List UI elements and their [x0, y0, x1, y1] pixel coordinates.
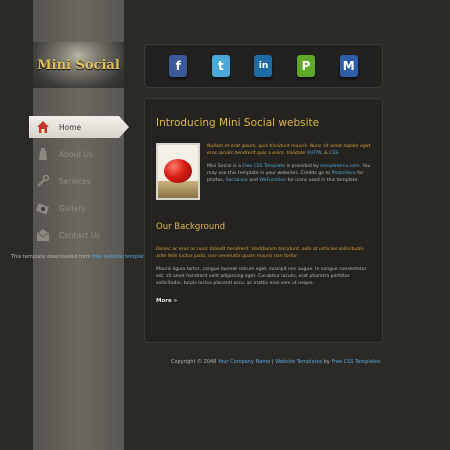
page-title: Introducing Mini Social website: [156, 117, 320, 129]
intro-section: Nullam et erat ipsum, quis tincidunt mau…: [156, 143, 371, 200]
background-title: Our Background: [156, 222, 225, 232]
background-text: Mauris ligula tortor, congue laoreet rut…: [156, 267, 367, 286]
company-link[interactable]: Your Company Name: [218, 359, 270, 365]
free-css-templates-link[interactable]: Free CSS Templates: [331, 359, 380, 365]
plurk-icon[interactable]: P: [297, 55, 316, 77]
photovaco-link[interactable]: PhotoVaco: [332, 171, 356, 176]
main-content: Introducing Mini Social website Nullam e…: [144, 98, 383, 343]
fct-link[interactable]: Free CSS Template: [242, 164, 285, 169]
facebook-icon[interactable]: f: [169, 55, 188, 77]
templatemo-link[interactable]: templatemo.com: [320, 164, 359, 169]
wefunction-link[interactable]: WeFunction: [259, 178, 286, 183]
home-icon: [35, 119, 51, 135]
twitter-icon[interactable]: t: [211, 55, 230, 77]
myspace-icon[interactable]: M: [339, 55, 358, 77]
credit-prefix: This template downloaded form: [11, 254, 93, 260]
nav-services[interactable]: Services: [29, 170, 139, 192]
mail-icon: [35, 227, 51, 243]
nav-gallery[interactable]: Gallery: [29, 197, 139, 219]
nav-about-label: About Us: [59, 149, 93, 159]
sociali-link[interactable]: SociaLme: [226, 178, 248, 183]
apple-book-image: [156, 143, 200, 200]
logo[interactable]: Mini Social: [33, 42, 124, 88]
intro-text: Mini Social is a Free CSS Template is pr…: [207, 164, 371, 183]
wrench-icon: [35, 173, 51, 189]
xhtml-link[interactable]: XHTML: [307, 151, 323, 156]
credit-link[interactable]: free website templates: [92, 254, 150, 260]
nav-home[interactable]: Home: [29, 116, 129, 138]
more-link[interactable]: More »: [156, 298, 371, 304]
bottle-icon: [35, 146, 51, 162]
nav-contact[interactable]: Contact Us: [29, 224, 139, 246]
nav-contact-label: Contact Us: [59, 230, 100, 240]
nav-services-label: Services: [59, 176, 91, 186]
template-credit: This template downloaded form free websi…: [11, 254, 150, 260]
social-bar: f t in P M: [144, 44, 383, 88]
css-link[interactable]: CSS: [329, 151, 338, 156]
nav-home-label: Home: [59, 122, 82, 132]
camera-icon: [35, 200, 51, 216]
intro-italic: Nullam et erat ipsum, quis tincidunt mau…: [207, 144, 371, 156]
website-templates-link[interactable]: Website Templates: [275, 359, 322, 365]
background-italic: Donec ac eros ac nunc blandit hendrerit.…: [156, 247, 365, 259]
linkedin-icon[interactable]: in: [254, 55, 273, 77]
nav-gallery-label: Gallery: [59, 203, 86, 213]
nav-about[interactable]: About Us: [29, 143, 139, 165]
main-nav: Home About Us Services Gallery Contact U…: [29, 116, 139, 251]
logo-text: Mini Social: [37, 57, 120, 73]
footer: Copyright © 2048 Your Company Name | Web…: [171, 359, 381, 365]
